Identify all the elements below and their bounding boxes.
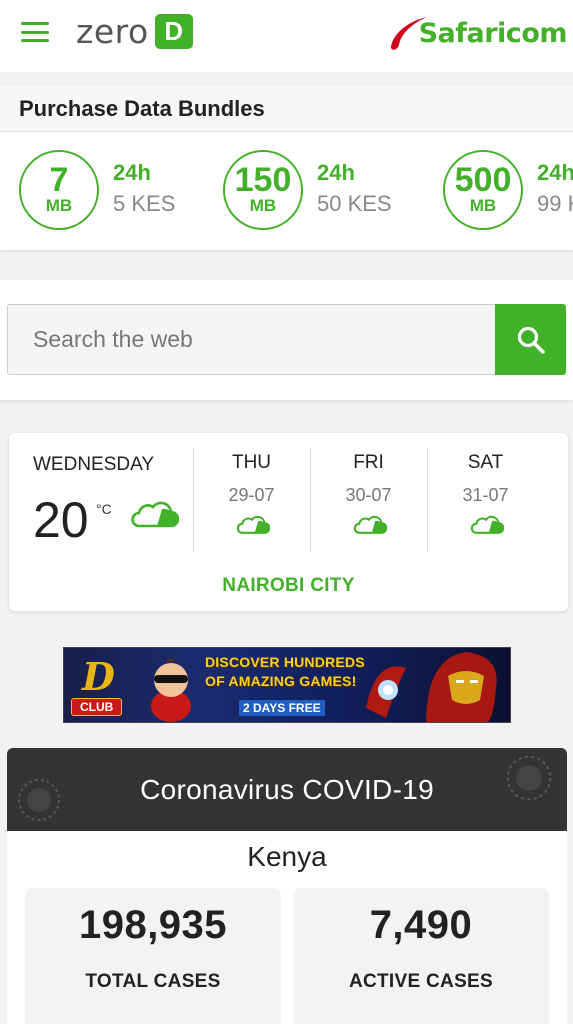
logo-text: zero <box>76 11 149 51</box>
safaricom-logo: Safaricom <box>390 10 568 56</box>
bundle-card[interactable]: 500 MB 24h 99 KES <box>443 150 573 230</box>
search-box <box>7 304 496 375</box>
bundle-card[interactable]: 150 MB 24h 50 KES <box>223 150 392 230</box>
disney-d-logo: D <box>82 654 115 699</box>
covid-country: Kenya <box>247 841 327 872</box>
weather-temp-unit: °C <box>96 501 112 517</box>
hamburger-menu-icon[interactable] <box>21 22 49 42</box>
forecast-day-name: THU <box>231 452 272 473</box>
weather-today-temp: 20 <box>33 492 89 548</box>
bundle-unit: MB <box>45 196 73 215</box>
forecast-day-name: FRI <box>353 452 384 473</box>
bundle-duration: 24h <box>537 160 573 185</box>
bundles-title: Purchase Data Bundles <box>0 86 573 132</box>
cloud-icon <box>131 501 179 528</box>
bundle-price: 99 KES <box>537 191 573 216</box>
bundle-price: 50 KES <box>317 191 392 216</box>
ad-headline-2: OF AMAZING GAMES! <box>205 673 357 689</box>
covid-header: Coronavirus COVID-19 <box>7 748 567 831</box>
bundle-price: 5 KES <box>113 191 176 216</box>
bundle-duration: 24h <box>113 160 151 185</box>
virus-icon <box>506 755 552 801</box>
bundle-size-circle: 500 MB <box>443 150 523 230</box>
weather-today: WEDNESDAY 20 °C <box>9 433 193 563</box>
logo-badge: D <box>154 13 193 49</box>
search-section <box>0 280 573 400</box>
search-input[interactable] <box>8 305 496 374</box>
bundle-size: 150 <box>234 161 292 199</box>
active-cases-label: ACTIVE CASES <box>348 971 493 992</box>
superhero-image <box>366 652 497 722</box>
weather-today-day: WEDNESDAY <box>33 454 155 475</box>
total-cases-value: 198,935 <box>78 903 228 947</box>
cloud-icon <box>236 515 270 534</box>
forecast-day: SAT 31-07 <box>427 448 543 552</box>
forecast-date: 30-07 <box>345 485 392 505</box>
search-icon <box>517 326 545 354</box>
cloud-icon <box>353 515 387 534</box>
forecast-day: THU 29-07 <box>193 448 309 552</box>
active-cases-value: 7,490 <box>369 903 473 947</box>
stat-card-total: 198,935 TOTAL CASES <box>25 888 281 1024</box>
bundle-card[interactable]: 7 MB 24h 5 KES <box>19 150 175 230</box>
bundle-duration: 24h <box>317 160 355 185</box>
bundle-size-circle: 7 MB <box>19 150 99 230</box>
search-button[interactable] <box>495 304 566 375</box>
virus-icon <box>18 779 60 821</box>
bundle-unit: MB <box>249 196 277 215</box>
cloud-icon <box>470 515 504 534</box>
bundles-carousel[interactable]: 7 MB 24h 5 KES 150 MB 24h 50 KES 500 MB … <box>0 132 573 250</box>
covid-title: Coronavirus COVID-19 <box>140 773 434 805</box>
forecast-date: 31-07 <box>462 485 509 505</box>
ad-subtext: 2 DAYS FREE <box>239 700 325 716</box>
bundle-size: 7 <box>49 161 69 199</box>
total-cases-label: TOTAL CASES <box>85 971 221 992</box>
forecast-day: FRI 30-07 <box>310 448 426 552</box>
bundle-unit: MB <box>469 196 497 215</box>
top-bar: zero D Safaricom <box>0 0 573 72</box>
covid-card: Coronavirus COVID-19 Kenya 198,935 TOTAL… <box>7 748 567 1024</box>
zero-d-logo[interactable]: zero D <box>76 11 193 51</box>
brand-name: Safaricom <box>418 17 568 49</box>
stat-card-active: 7,490 ACTIVE CASES <box>293 888 549 1024</box>
cartoon-character-image <box>151 658 191 722</box>
ad-banner[interactable]: D CLUB DISCOVER HUNDREDS OF AMAZING GAME… <box>63 647 511 723</box>
ad-headline-1: DISCOVER HUNDREDS <box>205 654 365 670</box>
weather-widget[interactable]: WEDNESDAY 20 °C THU 29-07 FRI 30-07 SAT … <box>9 433 568 611</box>
ad-club-label: CLUB <box>71 698 123 716</box>
forecast-day-name: SAT <box>467 452 504 473</box>
weather-city: NAIROBI CITY <box>222 575 355 596</box>
forecast-date: 29-07 <box>228 485 275 505</box>
bundle-size-circle: 150 MB <box>223 150 303 230</box>
bundle-size: 500 <box>454 161 512 199</box>
